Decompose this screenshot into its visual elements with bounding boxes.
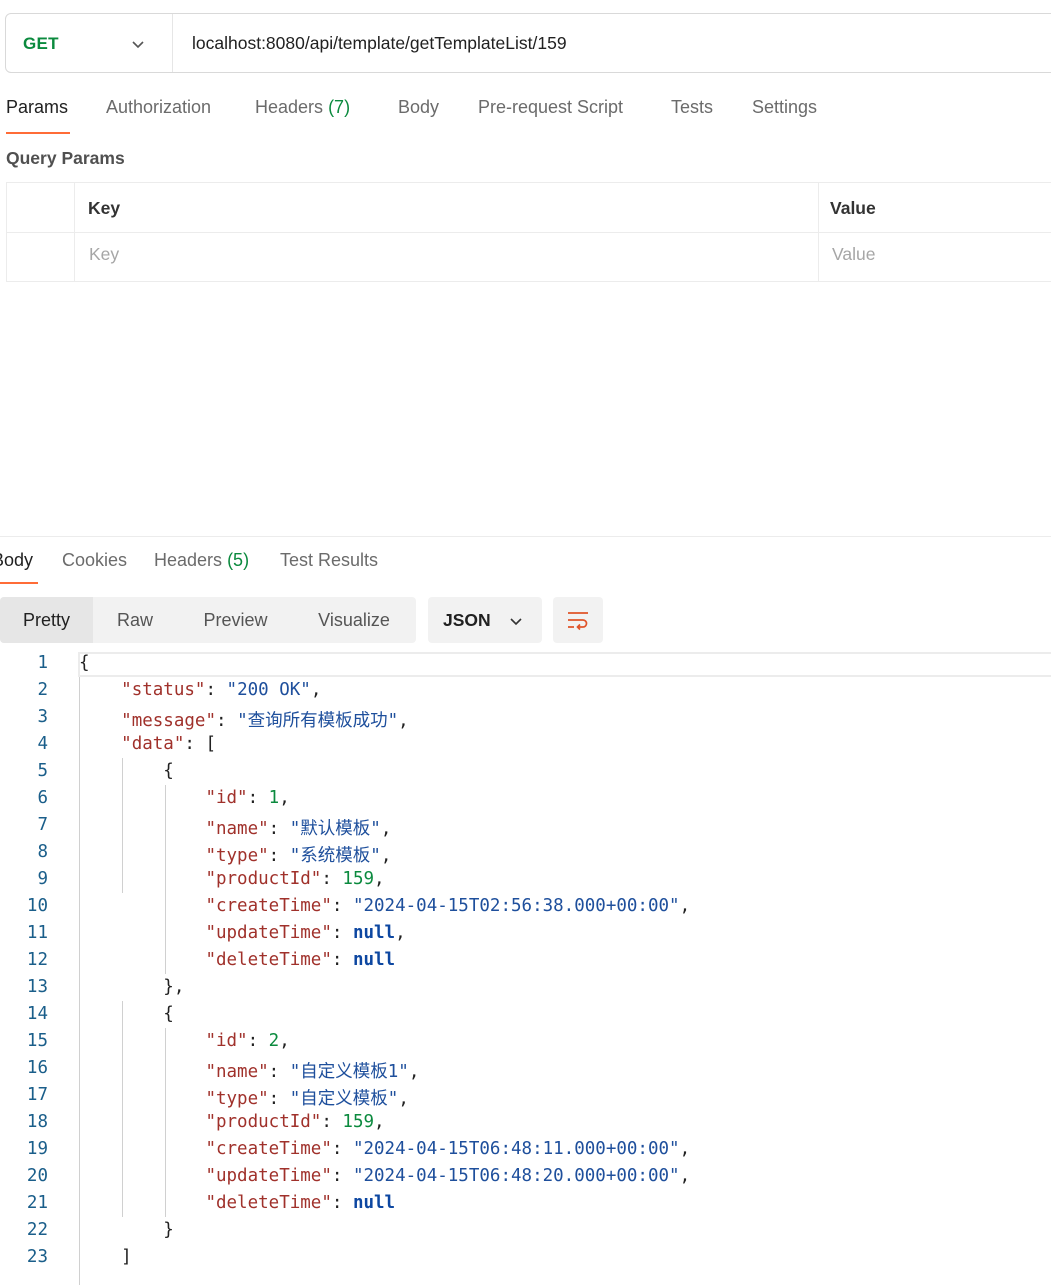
response-headers-count: (5) <box>227 550 250 570</box>
chevron-down-icon <box>510 618 522 626</box>
code-line: "updateTime": null, <box>205 923 406 943</box>
format-select[interactable]: JSON <box>428 597 542 643</box>
code-line: "updateTime": "2024-04-15T06:48:20.000+0… <box>205 1166 691 1186</box>
line-number: 10 <box>26 896 48 916</box>
wrap-lines-button[interactable] <box>553 597 603 643</box>
view-pretty-button[interactable]: Pretty <box>0 597 93 643</box>
line-number: 14 <box>26 1004 48 1024</box>
param-value-input[interactable]: Value <box>832 244 875 265</box>
view-preview-button[interactable]: Preview <box>177 597 294 643</box>
view-raw-button[interactable]: Raw <box>93 597 177 643</box>
code-line: "id": 2, <box>205 1031 290 1051</box>
format-label: JSON <box>443 610 491 630</box>
view-mode-group: Pretty Raw Preview Visualize <box>0 597 416 643</box>
code-line: "productId": 159, <box>205 1112 385 1132</box>
line-number: 23 <box>26 1247 48 1267</box>
line-number: 20 <box>26 1166 48 1186</box>
column-header-key: Key <box>88 198 121 218</box>
line-number: 2 <box>37 680 48 700</box>
table-row-divider <box>7 232 1051 233</box>
tab-pre-request-script[interactable]: Pre-request Script <box>478 97 623 118</box>
query-params-table: Key Value Key Value <box>6 182 1051 282</box>
line-number: 5 <box>37 761 48 781</box>
code-line: ] <box>79 1247 132 1267</box>
code-line: "deleteTime": null <box>205 1193 396 1213</box>
request-url-bar: GET localhost:8080/api/template/getTempl… <box>5 13 1051 73</box>
chevron-down-icon[interactable] <box>130 36 146 52</box>
tab-tests[interactable]: Tests <box>671 97 713 118</box>
current-line-highlight <box>78 652 1051 677</box>
url-divider <box>172 14 173 72</box>
line-number: 18 <box>26 1112 48 1132</box>
line-number: 3 <box>37 707 48 727</box>
query-params-title: Query Params <box>6 148 125 168</box>
table-column-divider <box>818 183 819 281</box>
code-line: "name": "默认模板", <box>205 819 392 839</box>
code-line: }, <box>79 977 185 997</box>
tab-response-cookies[interactable]: Cookies <box>62 550 127 571</box>
tab-test-results[interactable]: Test Results <box>280 550 378 571</box>
wrap-lines-icon <box>568 612 588 631</box>
code-line: { <box>79 761 174 781</box>
param-key-input[interactable]: Key <box>89 244 119 265</box>
active-response-tab-indicator <box>0 582 38 584</box>
view-visualize-button[interactable]: Visualize <box>294 597 414 643</box>
tab-headers[interactable]: Headers (7) <box>255 97 350 118</box>
line-number: 19 <box>26 1139 48 1159</box>
code-line: "productId": 159, <box>205 869 385 889</box>
line-number: 6 <box>37 788 48 808</box>
code-line: "type": "自定义模板", <box>205 1089 409 1109</box>
headers-count: (7) <box>328 97 351 117</box>
line-number: 22 <box>26 1220 48 1240</box>
code-line: "type": "系统模板", <box>205 846 392 866</box>
tab-response-headers[interactable]: Headers (5) <box>154 550 249 571</box>
tab-authorization[interactable]: Authorization <box>106 97 211 118</box>
line-number: 9 <box>37 869 48 889</box>
code-line: "createTime": "2024-04-15T06:48:11.000+0… <box>205 1139 691 1159</box>
code-line: "message": "查询所有模板成功", <box>121 711 409 731</box>
url-input[interactable]: localhost:8080/api/template/getTemplateL… <box>192 33 567 54</box>
column-header-value: Value <box>830 198 876 218</box>
code-line: "data": [ <box>121 734 216 754</box>
line-number: 7 <box>37 815 48 835</box>
line-number: 21 <box>26 1193 48 1213</box>
line-number: 4 <box>37 734 48 754</box>
code-line: } <box>79 1220 174 1240</box>
tab-response-body[interactable]: Body <box>0 550 33 571</box>
code-line: "status": "200 OK", <box>121 680 322 700</box>
code-line: { <box>79 1004 174 1024</box>
table-column-divider <box>74 183 75 281</box>
active-tab-indicator <box>6 132 70 134</box>
pane-splitter[interactable] <box>0 536 1051 537</box>
code-line: "createTime": "2024-04-15T02:56:38.000+0… <box>205 896 691 916</box>
line-number: 1 <box>37 653 48 673</box>
code-line: "deleteTime": null <box>205 950 396 970</box>
line-number: 13 <box>26 977 48 997</box>
line-number: 16 <box>26 1058 48 1078</box>
request-tabs: Params Authorization Headers (7) Body Pr… <box>0 97 1051 137</box>
tab-body[interactable]: Body <box>398 97 439 118</box>
line-number: 17 <box>26 1085 48 1105</box>
code-line: { <box>79 653 90 673</box>
line-number: 11 <box>26 923 48 943</box>
line-number: 8 <box>37 842 48 862</box>
response-body-viewer[interactable]: 1 {2 "status": "200 OK", 3 "message": "查询所… <box>0 651 1051 1285</box>
http-method-select[interactable]: GET <box>23 34 59 54</box>
code-line: "name": "自定义模板1", <box>205 1062 420 1082</box>
line-number: 15 <box>26 1031 48 1051</box>
tab-settings[interactable]: Settings <box>752 97 817 118</box>
tab-params[interactable]: Params <box>6 97 68 118</box>
line-number: 12 <box>26 950 48 970</box>
code-line: "id": 1, <box>205 788 290 808</box>
